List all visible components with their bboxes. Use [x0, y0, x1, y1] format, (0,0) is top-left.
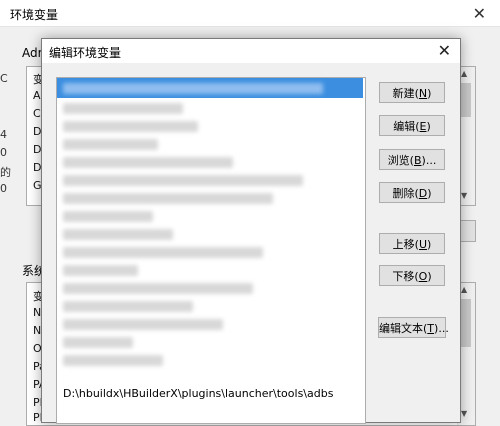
delete-button-tail: ): [427, 187, 432, 200]
edit-button-tail: ): [426, 120, 431, 133]
move-down-button-label: 下移(: [392, 270, 419, 283]
redacted-entry: [63, 229, 173, 240]
edit-button[interactable]: 编辑(E): [379, 115, 445, 136]
redacted-entry: [63, 157, 233, 168]
redacted-entry: [63, 247, 263, 258]
list-item[interactable]: [57, 116, 363, 136]
browse-button[interactable]: 浏览(B)...: [379, 149, 445, 170]
new-button-accesskey: N: [418, 87, 428, 100]
left-edge-fragment: 4: [0, 128, 7, 141]
dialog-titlebar: 编辑环境变量 ✕: [42, 39, 460, 63]
path-entries-list[interactable]: D:\hbuildx\HBuilderX\plugins\launcher\to…: [56, 77, 366, 424]
dialog-close-icon[interactable]: ✕: [438, 41, 451, 60]
redacted-entry: [63, 283, 253, 294]
dialog-title: 编辑环境变量: [49, 46, 122, 60]
redacted-entry: [63, 301, 193, 312]
move-down-button[interactable]: 下移(O): [379, 265, 445, 286]
new-button-label: 新建(: [392, 87, 419, 100]
edit-environment-variable-dialog: 编辑环境变量 ✕ D:\hbuildx\HBuilderX\plugins\la…: [41, 38, 461, 424]
edit-text-button-label: 编辑文本(: [379, 322, 428, 335]
left-edge-fragment: 0: [0, 182, 7, 195]
redacted-entry: [63, 355, 163, 366]
list-item[interactable]: [57, 332, 363, 352]
list-item[interactable]: [57, 170, 363, 190]
move-up-button-label: 上移(: [392, 238, 419, 251]
list-item[interactable]: [57, 206, 363, 226]
left-edge-fragment: 0: [0, 146, 7, 159]
redacted-entry: [63, 139, 158, 150]
edit-text-button[interactable]: 编辑文本(T)...: [378, 317, 449, 338]
move-down-button-tail: ): [427, 270, 432, 283]
redacted-entry: [63, 83, 323, 94]
left-edge-fragment: 的: [0, 166, 11, 179]
list-item[interactable]: [57, 350, 363, 370]
browse-button-label: 浏览(: [387, 154, 414, 167]
new-button[interactable]: 新建(N): [379, 82, 445, 103]
redacted-entry: [63, 175, 303, 186]
list-item[interactable]: [57, 314, 363, 334]
redacted-entry: [63, 121, 198, 132]
scroll-up-arrow-icon[interactable]: ▲: [461, 69, 467, 78]
list-item[interactable]: [57, 152, 363, 172]
list-item[interactable]: [57, 278, 363, 298]
move-up-button-tail: ): [427, 238, 432, 251]
list-item[interactable]: [57, 188, 363, 208]
list-item[interactable]: [57, 260, 363, 280]
browse-button-tail: )...: [421, 154, 437, 167]
browse-button-accesskey: B: [413, 154, 422, 167]
delete-button-label: 删除(: [392, 187, 419, 200]
left-edge-fragment: C: [0, 72, 8, 85]
scrollbar-thumb[interactable]: [461, 299, 471, 347]
scroll-down-arrow-icon[interactable]: ▼: [461, 191, 467, 200]
list-item[interactable]: [57, 242, 363, 262]
scrollbar-thumb[interactable]: [461, 83, 471, 117]
list-item-selected[interactable]: [57, 78, 363, 98]
redacted-entry: [63, 211, 153, 222]
delete-button-accesskey: D: [418, 187, 428, 200]
background-close-icon[interactable]: ✕: [473, 4, 486, 23]
move-up-button[interactable]: 上移(U): [379, 233, 445, 254]
list-item[interactable]: [57, 134, 363, 154]
redacted-entry: [63, 103, 183, 114]
new-button-tail: ): [427, 87, 432, 100]
list-item-path[interactable]: D:\hbuildx\HBuilderX\plugins\launcher\to…: [57, 384, 363, 404]
delete-button[interactable]: 删除(D): [379, 182, 445, 203]
background-titlebar: 环境变量 ✕: [0, 0, 500, 27]
scroll-down-arrow-icon[interactable]: ▼: [461, 409, 467, 418]
scroll-up-arrow-icon[interactable]: ▲: [461, 285, 467, 294]
list-item[interactable]: [57, 98, 363, 118]
path-entry-text: D:\hbuildx\HBuilderX\plugins\launcher\to…: [63, 387, 334, 400]
edit-button-label: 编辑(: [393, 120, 420, 133]
redacted-entry: [63, 265, 138, 276]
list-item[interactable]: [57, 224, 363, 244]
redacted-entry: [63, 319, 223, 330]
redacted-entry: [63, 337, 133, 348]
list-item[interactable]: [57, 296, 363, 316]
redacted-entry: [63, 193, 273, 204]
move-up-button-accesskey: U: [418, 238, 428, 251]
edit-text-button-tail: )...: [434, 322, 449, 335]
background-window-title: 环境变量: [10, 8, 59, 22]
